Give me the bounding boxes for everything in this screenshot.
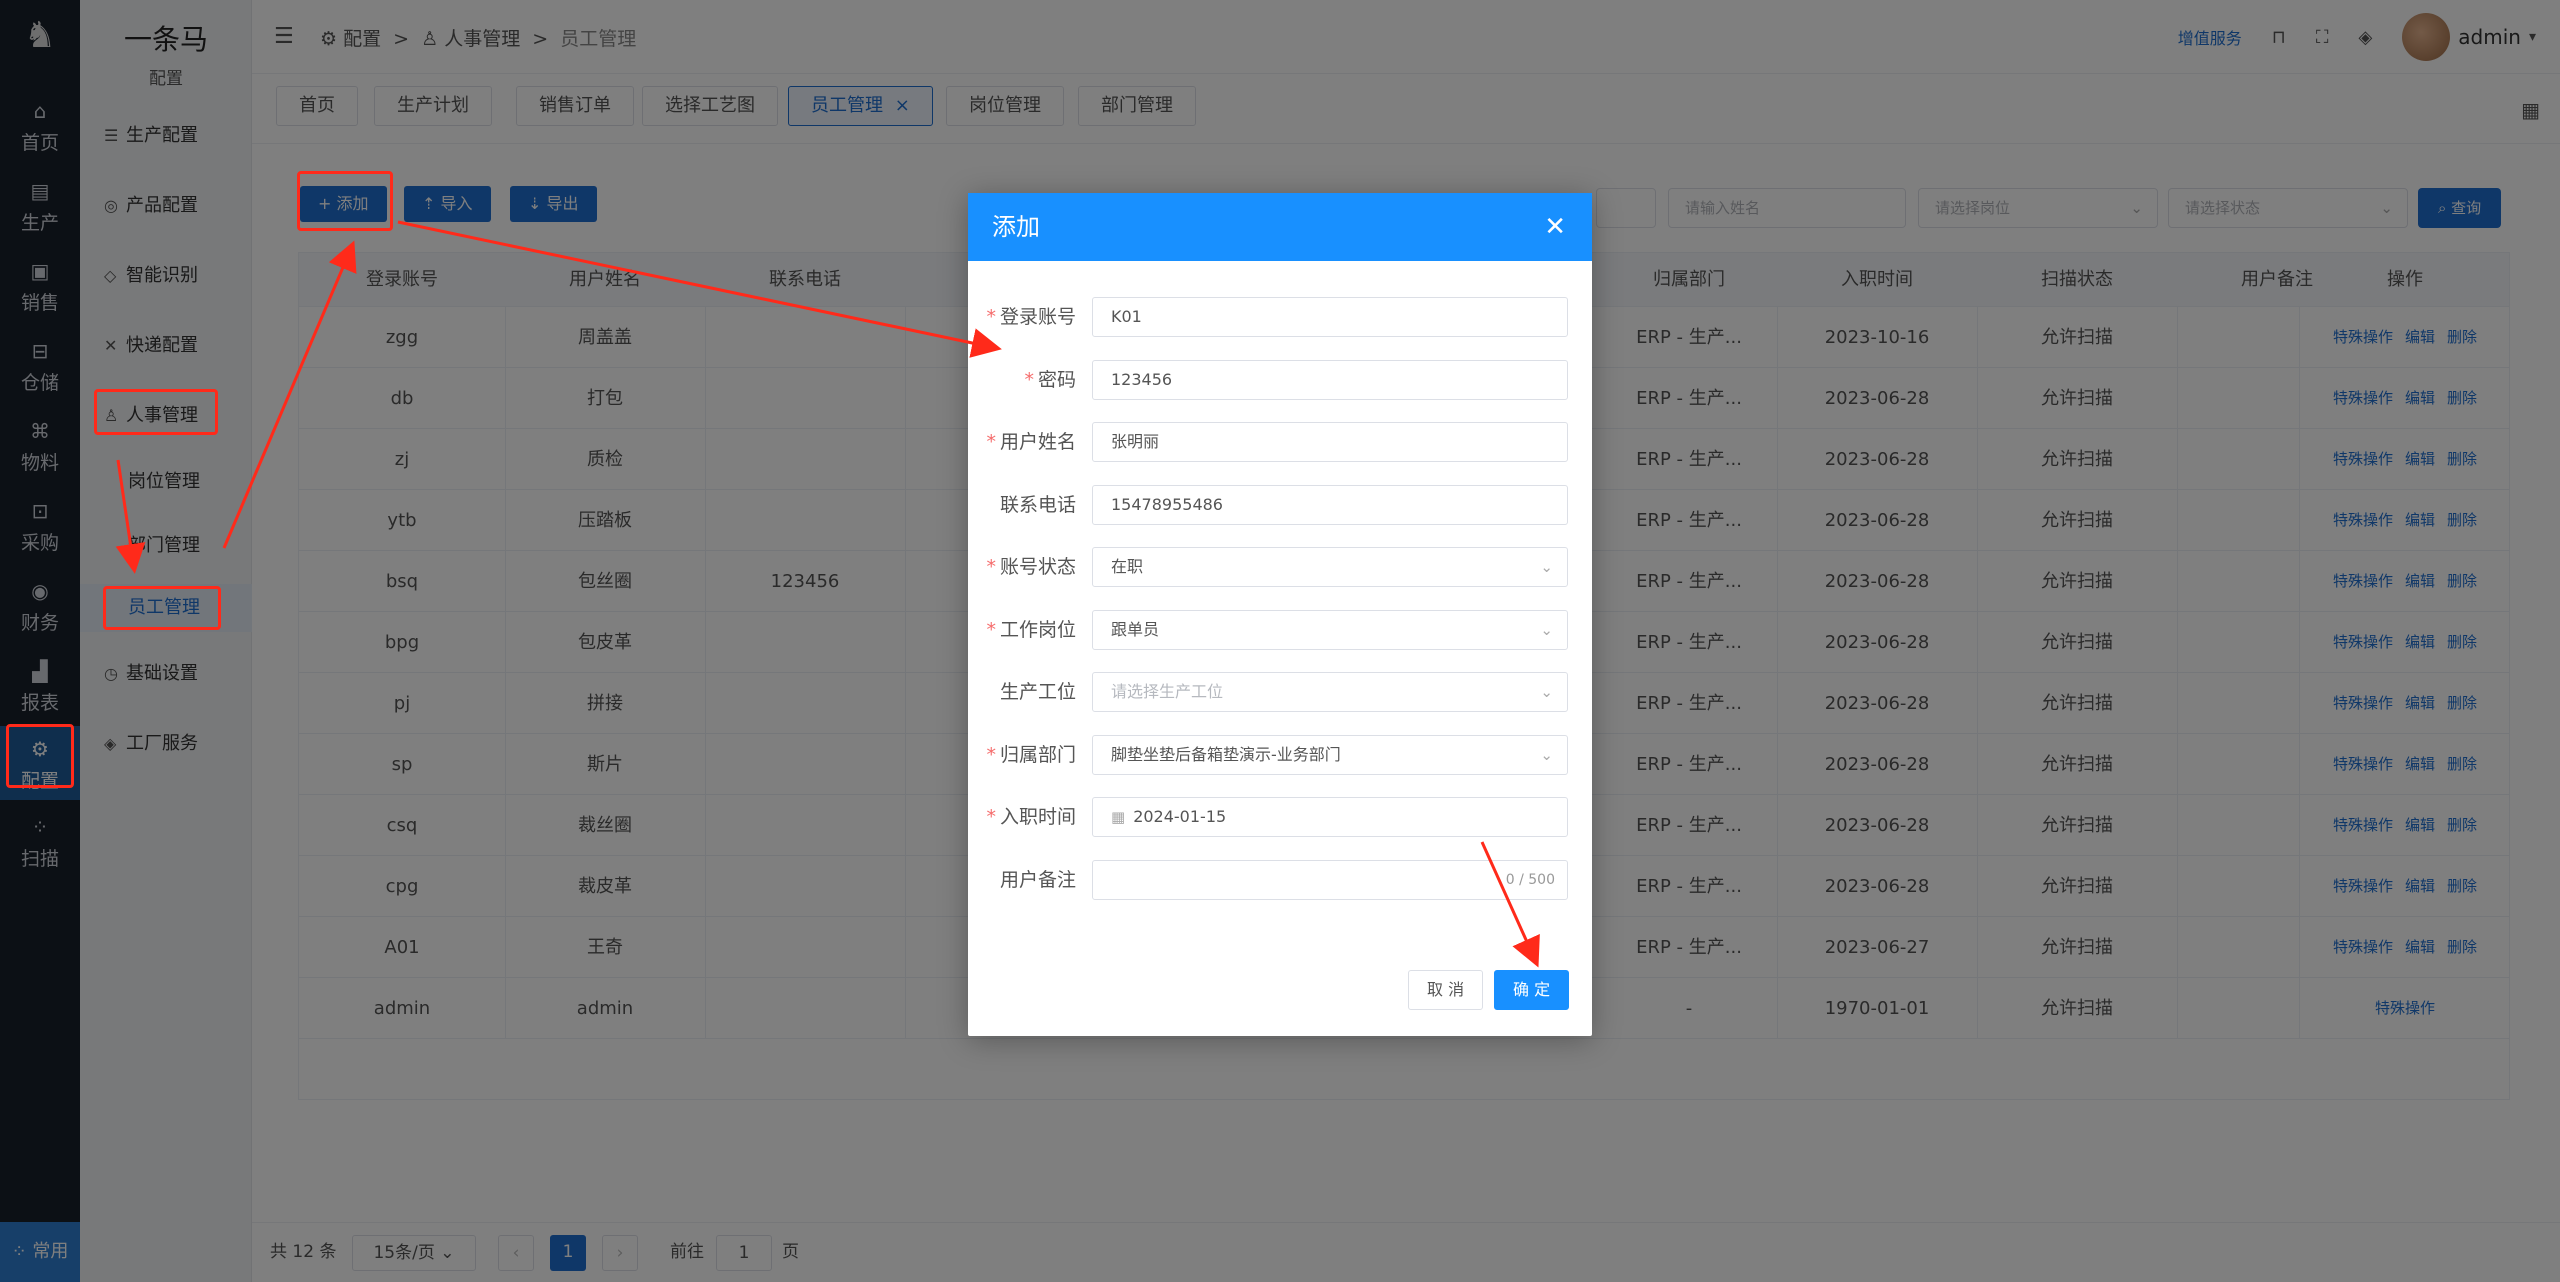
required-mark: * <box>986 806 996 828</box>
annotation-box-employee <box>103 586 221 630</box>
calendar-icon: ▦ <box>1111 808 1126 826</box>
field-select-value: 脚垫坐垫后备箱垫演示-业务部门 <box>1111 744 1341 764</box>
required-mark: * <box>986 306 996 328</box>
annotation-box-hr <box>94 389 218 435</box>
required-mark: * <box>986 431 996 453</box>
chevron-down-icon: ⌄ <box>1540 558 1553 576</box>
field-label-text: 联系电话 <box>999 493 1076 516</box>
chevron-down-icon: ⌄ <box>1540 620 1553 639</box>
field-select-value: 请选择生产工位 <box>1111 682 1224 701</box>
field-label-text: 入职时间 <box>999 806 1076 828</box>
required-mark: * <box>986 618 996 641</box>
char-count: 0 / 500 <box>1505 871 1555 888</box>
field-label-text: 登录账号 <box>999 306 1076 328</box>
form-row-6: 生产工位 请选择生产工位 ⌄ <box>968 671 1592 713</box>
cancel-button[interactable]: 取 消 <box>1408 970 1484 1010</box>
form-row-4: * 账号状态 在职 ⌄ <box>968 546 1592 588</box>
field-input[interactable]: K01 <box>1092 297 1568 337</box>
dialog-header: 添加 ✕ <box>968 193 1592 261</box>
field-input[interactable]: 15478955486 <box>1092 484 1568 525</box>
field-select[interactable]: 跟单员 ⌄ <box>1092 609 1568 650</box>
annotation-box-add <box>297 171 393 231</box>
field-label: * 账号状态 <box>968 546 1076 588</box>
field-label: 生产工位 <box>968 671 1076 713</box>
confirm-button[interactable]: 确 定 <box>1494 970 1570 1010</box>
field-select[interactable]: 在职 ⌄ <box>1092 547 1568 587</box>
add-employee-dialog: 添加 ✕ * 登录账号 K01 * 密码 123456 * 用户姓名 张明丽 联系电话 154789… <box>968 193 1592 1036</box>
required-mark: * <box>986 743 996 766</box>
date-value: 2024-01-15 <box>1133 807 1227 826</box>
field-label-text: 工作岗位 <box>999 618 1076 641</box>
required-mark: * <box>986 556 996 578</box>
form-row-2: * 用户姓名 张明丽 <box>968 421 1592 463</box>
date-picker[interactable]: ▦ 2024-01-15 <box>1092 797 1568 837</box>
field-select[interactable]: 请选择生产工位 ⌄ <box>1092 672 1568 712</box>
form-row-1: * 密码 123456 <box>968 359 1592 401</box>
field-label: 联系电话 <box>968 484 1076 526</box>
field-label-text: 归属部门 <box>999 743 1076 766</box>
form-row-9: 用户备注 0 / 500 <box>968 859 1592 901</box>
dialog-title: 添加 <box>992 213 1040 241</box>
field-label-text: 生产工位 <box>999 681 1076 703</box>
form-row-0: * 登录账号 K01 <box>968 296 1592 338</box>
field-label: * 密码 <box>968 359 1076 401</box>
annotation-box-config <box>6 724 74 788</box>
field-label: * 入职时间 <box>968 796 1076 838</box>
form-row-7: * 归属部门 脚垫坐垫后备箱垫演示-业务部门 ⌄ <box>968 734 1592 776</box>
form-row-5: * 工作岗位 跟单员 ⌄ <box>968 609 1592 651</box>
close-icon[interactable]: ✕ <box>1544 193 1566 261</box>
chevron-down-icon: ⌄ <box>1540 683 1553 701</box>
chevron-down-icon: ⌄ <box>1540 745 1553 764</box>
field-input[interactable]: 123456 <box>1092 359 1568 400</box>
field-label: * 用户姓名 <box>968 421 1076 463</box>
field-label: * 归属部门 <box>968 734 1076 776</box>
field-select-value: 在职 <box>1111 557 1144 576</box>
field-select-value: 跟单员 <box>1111 619 1160 639</box>
form-row-8: * 入职时间 ▦ 2024-01-15 <box>968 796 1592 838</box>
form-row-3: 联系电话 15478955486 <box>968 484 1592 526</box>
field-label: * 工作岗位 <box>968 609 1076 651</box>
field-input[interactable]: 张明丽 <box>1092 422 1568 462</box>
field-label-text: 密码 <box>1037 368 1076 391</box>
field-label-text: 用户备注 <box>999 868 1076 891</box>
field-label-text: 账号状态 <box>999 556 1076 578</box>
field-label: 用户备注 <box>968 859 1076 901</box>
field-select[interactable]: 脚垫坐垫后备箱垫演示-业务部门 ⌄ <box>1092 734 1568 775</box>
field-label: * 登录账号 <box>968 296 1076 338</box>
remark-textarea[interactable]: 0 / 500 <box>1092 859 1568 900</box>
field-label-text: 用户姓名 <box>999 431 1076 453</box>
required-mark: * <box>1024 368 1034 391</box>
